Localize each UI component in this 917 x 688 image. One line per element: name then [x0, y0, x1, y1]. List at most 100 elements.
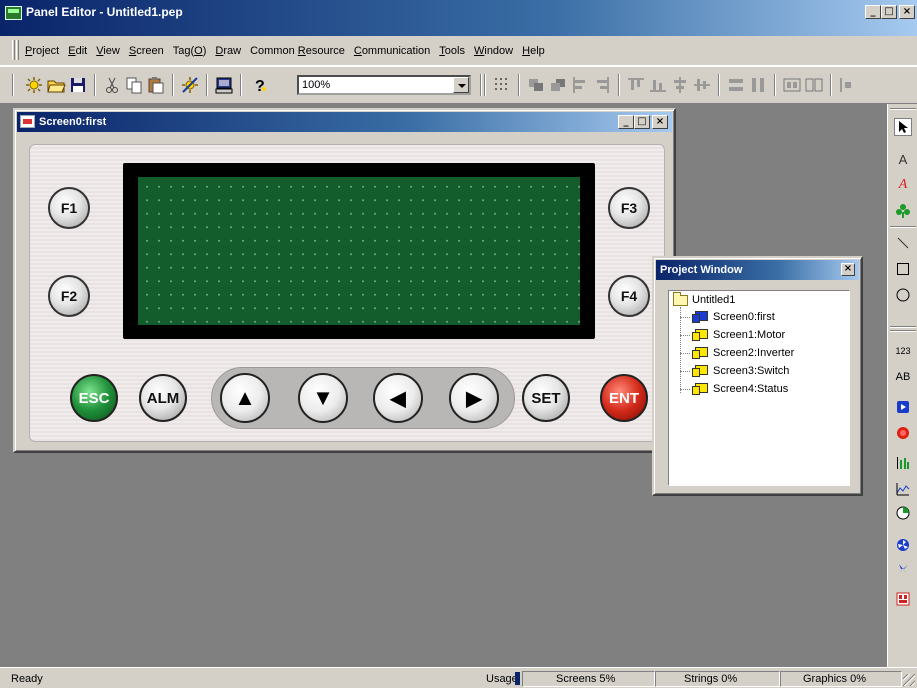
screen-minimize-button[interactable]: _: [618, 115, 634, 129]
align-left-icon[interactable]: [570, 75, 590, 95]
project-window-close-button[interactable]: ×: [841, 263, 855, 276]
align-right-icon[interactable]: [592, 75, 612, 95]
rectangle-tool-icon[interactable]: [894, 260, 912, 278]
toolbar-grip[interactable]: [12, 74, 14, 96]
tree-branch: [680, 370, 690, 372]
download-icon[interactable]: [214, 75, 234, 95]
align-top-icon[interactable]: [626, 75, 646, 95]
menu-screen[interactable]: Screen: [129, 45, 164, 57]
project-window[interactable]: Project Window × Untitled1 Screen0:first…: [652, 256, 863, 496]
screen-window[interactable]: Screen0:first _ □ × F1 F2 F3 F4 ESC ALM …: [13, 108, 676, 453]
new-screen-icon[interactable]: [180, 75, 200, 95]
same-height-icon[interactable]: [748, 75, 768, 95]
switch-tool-icon[interactable]: [894, 398, 912, 416]
tree-item-screen1[interactable]: Screen1:Motor: [680, 327, 785, 343]
ent-key[interactable]: ENT: [600, 374, 648, 422]
app-title-bar[interactable]: Panel Editor - Untitled1.pep _ □ ×: [0, 0, 917, 36]
zoom-dropdown-arrow[interactable]: [453, 77, 469, 93]
menu-grip-2[interactable]: [16, 40, 19, 60]
lamp-tool-icon[interactable]: [894, 424, 912, 442]
minimize-button[interactable]: _: [865, 5, 881, 19]
alm-key[interactable]: ALM: [139, 374, 187, 422]
operator-panel[interactable]: F1 F2 F3 F4 ESC ALM ▲ ▼ ◀ ▶ SET ENT: [29, 144, 665, 442]
send-back-icon[interactable]: [548, 75, 568, 95]
menu-common-resource-pre: Common: [250, 45, 298, 57]
f1-key[interactable]: F1: [48, 187, 90, 229]
line-tool-icon[interactable]: [894, 234, 912, 252]
right-arrow-key[interactable]: ▶: [449, 373, 499, 423]
menu-grip[interactable]: [12, 40, 15, 60]
up-arrow-key[interactable]: ▲: [220, 373, 270, 423]
trend-graph-tool-icon[interactable]: [894, 480, 912, 498]
new-project-icon[interactable]: [24, 75, 44, 95]
fan-tool-icon[interactable]: [894, 536, 912, 554]
menu-draw[interactable]: Draw: [215, 45, 241, 57]
project-tree[interactable]: Untitled1 Screen0:first Screen1:Motor Sc…: [668, 290, 850, 486]
toolbar-grip-2[interactable]: [480, 74, 482, 96]
screen-maximize-button[interactable]: □: [634, 115, 650, 129]
menu-edit[interactable]: Edit: [68, 45, 87, 57]
bar-graph-tool-icon[interactable]: [894, 454, 912, 472]
paste-icon[interactable]: [146, 75, 166, 95]
tree-item-screen0[interactable]: Screen0:first: [680, 309, 775, 325]
pie-chart-tool-icon[interactable]: [894, 504, 912, 522]
align-bottom-icon[interactable]: [648, 75, 668, 95]
ascii-tool-icon[interactable]: AB: [894, 368, 912, 386]
palette-grip[interactable]: [890, 108, 916, 110]
f3-key[interactable]: F3: [608, 187, 650, 229]
circle-tool-icon[interactable]: [894, 286, 912, 304]
zoom-select[interactable]: 100%: [297, 75, 471, 95]
esc-key[interactable]: ESC: [70, 374, 118, 422]
tree-item-screen3[interactable]: Screen3:Switch: [680, 363, 789, 379]
close-button[interactable]: ×: [899, 5, 915, 19]
menu-help[interactable]: Help: [522, 45, 545, 57]
group-icon[interactable]: [782, 75, 802, 95]
pointer-tool-icon[interactable]: [894, 118, 912, 136]
menu-project[interactable]: Project: [25, 45, 59, 57]
motor-tool-icon[interactable]: [894, 560, 912, 578]
text-tool-icon[interactable]: A: [894, 150, 912, 168]
bring-front-icon[interactable]: [526, 75, 546, 95]
cut-icon[interactable]: [102, 75, 122, 95]
project-window-title-bar[interactable]: Project Window ×: [656, 260, 859, 280]
f2-key[interactable]: F2: [48, 275, 90, 317]
tree-root-item[interactable]: Untitled1: [673, 291, 735, 307]
toolbar-grip-3[interactable]: [484, 74, 486, 96]
fancy-text-tool-icon[interactable]: A: [894, 176, 912, 194]
menu-window[interactable]: Window: [474, 45, 513, 57]
screen-window-title-bar[interactable]: Screen0:first _ □ ×: [17, 112, 672, 132]
menu-tools[interactable]: Tools: [439, 45, 465, 57]
toolbar-separator-3: [206, 74, 208, 96]
left-arrow-key[interactable]: ◀: [373, 373, 423, 423]
toolbar-separator-4: [240, 74, 242, 96]
menu-common-resource[interactable]: Common Resource: [250, 45, 345, 57]
help-icon[interactable]: ?: [250, 75, 270, 95]
same-width-icon[interactable]: [726, 75, 746, 95]
resize-grip[interactable]: [903, 674, 915, 686]
f4-key[interactable]: F4: [608, 275, 650, 317]
grid-icon[interactable]: [492, 75, 512, 95]
align-center-icon[interactable]: [670, 75, 690, 95]
set-key[interactable]: SET: [522, 374, 570, 422]
tree-item-screen2[interactable]: Screen2:Inverter: [680, 345, 794, 361]
menu-view[interactable]: View: [96, 45, 120, 57]
lcd-display[interactable]: [138, 177, 580, 325]
tree-item-screen4[interactable]: Screen4:Status: [680, 381, 788, 397]
down-arrow-key[interactable]: ▼: [298, 373, 348, 423]
space-evenly-icon[interactable]: [838, 75, 858, 95]
open-folder-icon[interactable]: [46, 75, 66, 95]
screen-close-button[interactable]: ×: [652, 115, 668, 129]
maximize-button[interactable]: □: [881, 5, 897, 19]
library-tool-icon[interactable]: [894, 202, 912, 220]
save-icon[interactable]: [68, 75, 88, 95]
time-display-tool-icon[interactable]: [894, 590, 912, 608]
menu-communication[interactable]: Communication: [354, 45, 430, 57]
menu-tag[interactable]: Tag(O): [173, 45, 207, 57]
numeric-tool-icon[interactable]: 123: [894, 342, 912, 360]
copy-icon[interactable]: [124, 75, 144, 95]
screen-icon: [692, 311, 708, 323]
ungroup-icon[interactable]: [804, 75, 824, 95]
menu-help-key: H: [522, 45, 531, 57]
align-middle-icon[interactable]: [692, 75, 712, 95]
menu-project-post: roject: [32, 45, 60, 57]
